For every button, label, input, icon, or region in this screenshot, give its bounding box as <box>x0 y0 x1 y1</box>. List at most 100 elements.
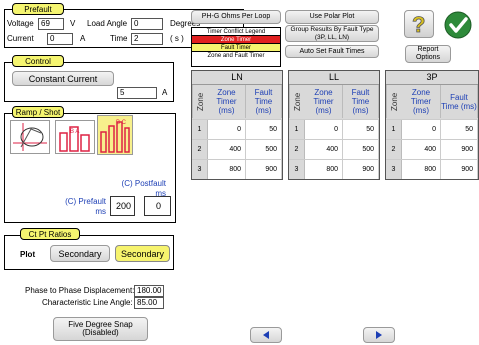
zone-number: 2 <box>192 140 208 159</box>
zone-number: 3 <box>192 160 208 179</box>
group-results-button[interactable]: Group Results By Fault Type (3P, LL, LN) <box>285 25 379 42</box>
pulse-ramp-icon: B C <box>100 120 130 153</box>
table-title: LL <box>289 71 379 84</box>
fault-time-cell[interactable]: 500 <box>343 140 379 159</box>
fault-time-cell[interactable]: 900 <box>441 140 478 159</box>
char-line-angle-label: Characteristic Line Angle: <box>42 298 133 307</box>
table-row: 3 800 900 <box>192 159 282 179</box>
table-row: 3 800 900 <box>386 159 478 179</box>
zone-timer-cell[interactable]: 400 <box>208 140 246 159</box>
report-options-button[interactable]: Report Options <box>405 45 451 63</box>
zone-header: Zone <box>386 85 402 118</box>
time-input[interactable]: 2 <box>131 33 163 45</box>
table-title: LN <box>192 71 282 84</box>
pulse-thumb-label: B C <box>116 120 127 126</box>
zone-timer-cell[interactable]: 800 <box>208 160 246 179</box>
fault-time-cell[interactable]: 900 <box>441 160 478 179</box>
postfault-ms-input[interactable]: 0 <box>144 196 171 216</box>
fault-time-cell[interactable]: 900 <box>246 160 282 179</box>
time-unit: ( s ) <box>170 34 184 43</box>
shot-impedance-thumb[interactable] <box>10 120 50 154</box>
fault-time-header: Fault Time (ms) <box>246 85 282 118</box>
timer-conflict-legend: Timer Conflict Legend Zone Timer Fault T… <box>191 27 281 67</box>
control-title: Control <box>12 55 64 67</box>
load-angle-input[interactable]: 0 <box>131 18 163 30</box>
zone-number: 1 <box>192 120 208 139</box>
phg-ohms-button[interactable]: PH-G Ohms Per Loop <box>191 10 281 24</box>
phase-displacement-input[interactable]: 180.00 <box>134 285 164 297</box>
current-input[interactable]: 0 <box>47 33 73 45</box>
table-row: 1 0 50 <box>289 119 379 139</box>
voltage-label: Voltage <box>7 19 34 28</box>
previous-arrow-icon <box>263 331 269 339</box>
table-row: 2 400 500 <box>192 139 282 159</box>
char-line-angle-input[interactable]: 85.00 <box>134 297 164 309</box>
zone-timer-cell[interactable]: 400 <box>305 140 343 159</box>
ramp-thumb-label: B A <box>70 129 79 135</box>
next-button[interactable] <box>363 327 395 343</box>
legend-title: Timer Conflict Legend <box>192 28 280 36</box>
zone-timer-cell[interactable]: 800 <box>305 160 343 179</box>
five-degree-snap-button[interactable]: Five Degree Snap (Disabled) <box>53 317 148 341</box>
plot-label: Plot <box>20 250 36 259</box>
secondary-button-1[interactable]: Secondary <box>50 245 110 262</box>
zone-timer-header: Zone Timer (ms) <box>305 85 343 118</box>
ok-check-icon <box>444 11 472 39</box>
fault-time-cell[interactable]: 50 <box>343 120 379 139</box>
five-degree-snap-label: Five Degree Snap (Disabled) <box>68 320 133 337</box>
use-polar-plot-button[interactable]: Use Polar Plot <box>285 10 379 24</box>
zone-header: Zone <box>192 85 208 118</box>
fault-time-cell[interactable]: 50 <box>441 120 478 139</box>
ok-button[interactable] <box>442 10 474 40</box>
constant-current-button[interactable]: Constant Current <box>12 71 114 86</box>
pulse-ramp-thumb[interactable]: B C <box>97 115 133 155</box>
ct-pt-title: Ct Pt Ratios <box>20 228 80 240</box>
zone-timer-cell[interactable]: 0 <box>402 120 441 139</box>
fault-time-cell[interactable]: 50 <box>246 120 282 139</box>
zone-number: 3 <box>386 160 402 179</box>
ramp-thumb[interactable]: B A <box>55 120 95 154</box>
table-row: 1 0 50 <box>192 119 282 139</box>
voltage-unit: V <box>70 19 76 28</box>
table-ln: LN Zone Zone Timer (ms) Fault Time (ms) 1 0 50… <box>191 70 283 180</box>
ramp-icon: B A <box>59 126 90 152</box>
zone-timer-cell[interactable]: 0 <box>305 120 343 139</box>
prefault-ms-input[interactable]: 200 <box>110 196 135 216</box>
table-title: 3P <box>386 71 478 84</box>
zone-timer-header: Zone Timer (ms) <box>208 85 246 118</box>
phase-displacement-label: Phase to Phase Displacement: <box>25 286 135 295</box>
time-label: Time <box>110 34 128 43</box>
zone-timer-cell[interactable]: 800 <box>402 160 441 179</box>
table-row: 1 0 50 <box>386 119 478 139</box>
zone-timer-cell[interactable]: 400 <box>402 140 441 159</box>
fault-time-cell[interactable]: 500 <box>246 140 282 159</box>
shot-impedance-icon <box>13 123 47 151</box>
table-3p: 3P Zone Zone Timer (ms) Fault Time (ms) 1 0 50… <box>385 70 479 180</box>
fault-time-header: Fault Time (ms) <box>441 85 478 118</box>
zone-number: 1 <box>386 120 402 139</box>
table-row: 2 400 900 <box>386 139 478 159</box>
zone-timer-cell[interactable]: 0 <box>208 120 246 139</box>
prefault-title: Prefault <box>12 3 64 15</box>
prev-button[interactable] <box>250 327 282 343</box>
auto-set-fault-times-button[interactable]: Auto Set Fault Times <box>285 45 379 58</box>
fault-time-cell[interactable]: 900 <box>343 160 379 179</box>
help-button[interactable]: ? <box>404 10 434 38</box>
zone-number: 2 <box>386 140 402 159</box>
zone-timer-header: Zone Timer (ms) <box>402 85 441 118</box>
load-angle-label: Load Angle <box>87 19 128 28</box>
secondary-button-2[interactable]: Secondary <box>115 245 170 262</box>
voltage-input[interactable]: 69 <box>38 18 64 30</box>
legend-zone-and-fault: Zone and Fault Timer <box>207 53 265 59</box>
current-unit: A <box>80 34 86 43</box>
zone-header: Zone <box>289 85 305 118</box>
table-row: 3 800 900 <box>289 159 379 179</box>
control-current-input[interactable]: 5 <box>117 87 157 99</box>
svg-text:?: ? <box>412 12 425 36</box>
current-label: Current <box>7 34 34 43</box>
legend-fault-timer: Fault Timer <box>192 44 280 52</box>
table-row: 2 400 500 <box>289 139 379 159</box>
table-ll: LL Zone Zone Timer (ms) Fault Time (ms) 1 0 50… <box>288 70 380 180</box>
legend-zone-timer: Zone Timer <box>192 36 280 44</box>
zone-number: 2 <box>289 140 305 159</box>
